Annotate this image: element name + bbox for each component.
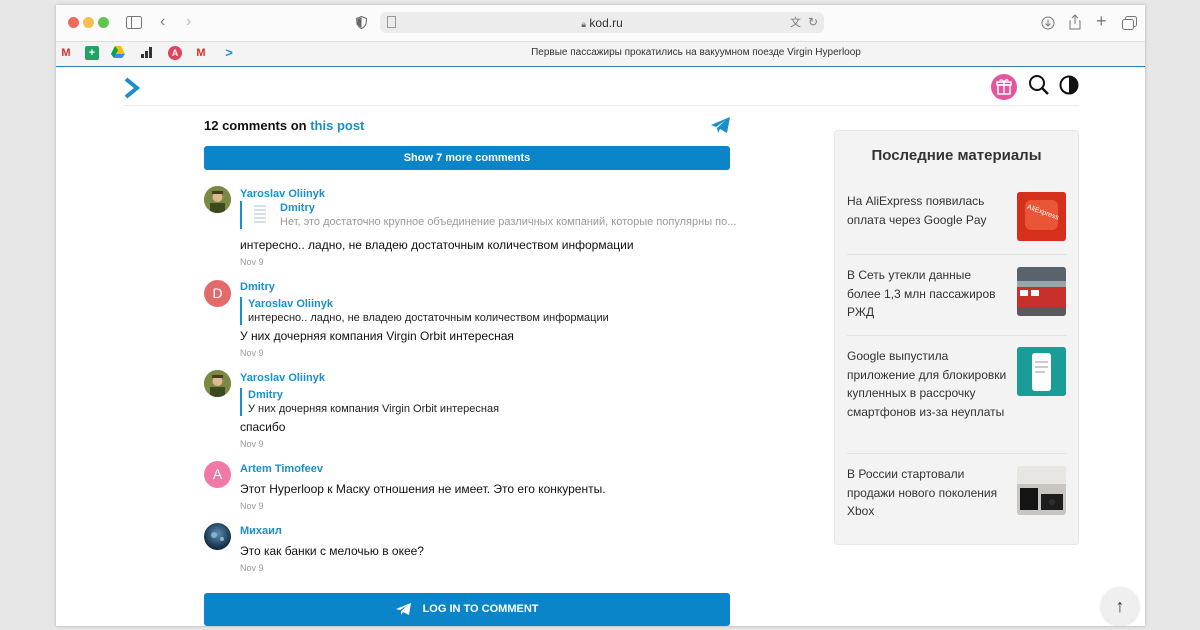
favorites-bar: M + A M > Первые пассажиры прокатились н… [56, 41, 1145, 68]
sheets-icon[interactable]: + [85, 46, 99, 60]
comment-quote[interactable]: Dmitry У них дочерняя компания Virgin Or… [240, 388, 499, 416]
avatar-letter: D [212, 285, 223, 301]
comments-title: 12 comments on this post [204, 118, 364, 133]
back-icon[interactable]: ‹ [160, 14, 165, 30]
header-divider [124, 105, 1079, 106]
url-text: 🔒︎ kod.ru [380, 16, 824, 30]
article-title[interactable]: Google выпустила приложение для блокиров… [847, 347, 1007, 421]
login-label: LOG IN TO COMMENT [422, 603, 539, 615]
post-link[interactable]: this post [310, 118, 364, 133]
search-icon[interactable] [1028, 74, 1050, 101]
new-tab-icon[interactable]: + [1096, 12, 1107, 30]
downloads-icon[interactable] [1041, 16, 1055, 32]
article-thumbnail[interactable] [1017, 347, 1066, 396]
sidebar-article[interactable]: На AliExpress появилась оплата через Goo… [847, 192, 1067, 255]
gift-icon [996, 79, 1012, 95]
avatar[interactable] [204, 523, 231, 550]
gift-button[interactable] [991, 74, 1017, 100]
comment-quote[interactable]: Dmitry Нет, это достаточно крупное объед… [240, 201, 736, 229]
show-more-comments-button[interactable]: Show 7 more comments [204, 146, 730, 170]
analytics-icon[interactable] [140, 46, 154, 60]
comment-date[interactable]: Nov 9 [240, 348, 264, 358]
address-bar[interactable]: 🔒︎ kod.ru 文 ↻ [380, 12, 824, 33]
comment-text: Это как банки с мелочью в океe? [240, 544, 424, 558]
zoom-window-button[interactable] [98, 17, 109, 28]
forward-icon[interactable]: › [186, 14, 191, 30]
quote-text: Нет, это достаточно крупное объединение … [280, 216, 737, 228]
telegram-icon [395, 602, 411, 615]
site-logo[interactable] [124, 77, 141, 104]
sidebar-article[interactable]: В Сеть утекли данные более 1,3 млн пасса… [847, 266, 1067, 336]
latest-materials-sidebar: Последние материалы На AliExpress появил… [834, 130, 1079, 545]
share-icon[interactable] [1069, 14, 1081, 32]
comment-author[interactable]: Artem Timofeev [240, 463, 323, 475]
document-icon [252, 203, 268, 232]
quote-text: У них дочерняя компания Virgin Orbit инт… [248, 403, 500, 415]
comment-date[interactable]: Nov 9 [240, 439, 264, 449]
avatar-letter: A [212, 466, 223, 482]
active-tab-title[interactable]: Первые пассажиры прокатились на вакуумно… [436, 47, 956, 58]
minimize-window-button[interactable] [83, 17, 94, 28]
privacy-shield-icon[interactable] [355, 15, 368, 31]
article-title[interactable]: В России стартовали продажи нового покол… [847, 465, 1007, 521]
sidebar-article[interactable]: Google выпустила приложение для блокиров… [847, 347, 1067, 454]
arrow-up-icon: ↑ [1115, 596, 1125, 616]
comment-text: У них дочерняя компания Virgin Orbit инт… [240, 329, 514, 343]
app-icon[interactable]: A [168, 46, 182, 60]
article-title[interactable]: На AliExpress появилась оплата через Goo… [847, 192, 1007, 229]
drive-icon[interactable] [111, 46, 125, 60]
gmail-icon[interactable]: M [59, 46, 73, 60]
gmail-icon[interactable]: M [194, 46, 208, 60]
web-page: 12 comments on this post Show 7 more com… [56, 67, 1145, 626]
quote-author: Yaroslav Oliinyk [248, 298, 333, 310]
comment-text: интересно.. ладно, не владею достаточным… [240, 238, 634, 252]
quote-author: Dmitry [248, 389, 283, 401]
avatar[interactable]: D [204, 280, 231, 307]
quote-author: Dmitry [280, 202, 315, 214]
tab-overview-icon[interactable] [1122, 16, 1137, 32]
lock-icon: 🔒︎ [581, 19, 587, 29]
sidebar-icon[interactable] [126, 16, 142, 31]
article-thumbnail[interactable] [1017, 466, 1066, 515]
reload-icon[interactable]: ↻ [808, 15, 818, 29]
sidebar-title: Последние материалы [871, 147, 1042, 164]
comment-date[interactable]: Nov 9 [240, 257, 264, 267]
close-window-button[interactable] [68, 17, 79, 28]
avatar[interactable]: A [204, 461, 231, 488]
article-thumbnail[interactable] [1017, 267, 1066, 316]
comment-author[interactable]: Dmitry [240, 281, 275, 293]
login-to-comment-button[interactable]: LOG IN TO COMMENT [204, 593, 730, 626]
comments-count: 12 comments on [204, 118, 307, 133]
kod-icon[interactable]: > [222, 46, 236, 60]
comment-text: спасибо [240, 420, 286, 434]
url-label: kod.ru [589, 16, 623, 30]
scroll-to-top-button[interactable]: ↑ [1101, 587, 1139, 625]
quote-text: интересно.. ладно, не владею достаточным… [248, 312, 609, 324]
article-title[interactable]: В Сеть утекли данные более 1,3 млн пасса… [847, 266, 1007, 322]
comment-author[interactable]: Yaroslav Oliinyk [240, 188, 325, 200]
browser-toolbar: ‹ › 🔒︎ kod.ru 文 ↻ + [56, 5, 1145, 41]
translate-icon[interactable]: 文 [790, 16, 801, 30]
browser-window: ‹ › 🔒︎ kod.ru 文 ↻ + M + A M > Первые пас… [56, 5, 1145, 626]
theme-toggle-icon[interactable] [1059, 75, 1079, 100]
article-thumbnail[interactable]: AliExpress [1017, 192, 1066, 241]
comment-date[interactable]: Nov 9 [240, 501, 264, 511]
sidebar-article[interactable]: В России стартовали продажи нового покол… [847, 465, 1067, 525]
comment-text: Этот Hyperloop к Маску отношения не имее… [240, 482, 606, 496]
comment-author[interactable]: Yaroslav Oliinyk [240, 372, 325, 384]
comment-quote[interactable]: Yaroslav Oliinyk интересно.. ладно, не в… [240, 297, 609, 325]
avatar[interactable] [204, 186, 231, 213]
telegram-icon[interactable] [711, 117, 731, 139]
comment-author[interactable]: Михаил [240, 525, 282, 537]
comment-date[interactable]: Nov 9 [240, 563, 264, 573]
avatar[interactable] [204, 370, 231, 397]
